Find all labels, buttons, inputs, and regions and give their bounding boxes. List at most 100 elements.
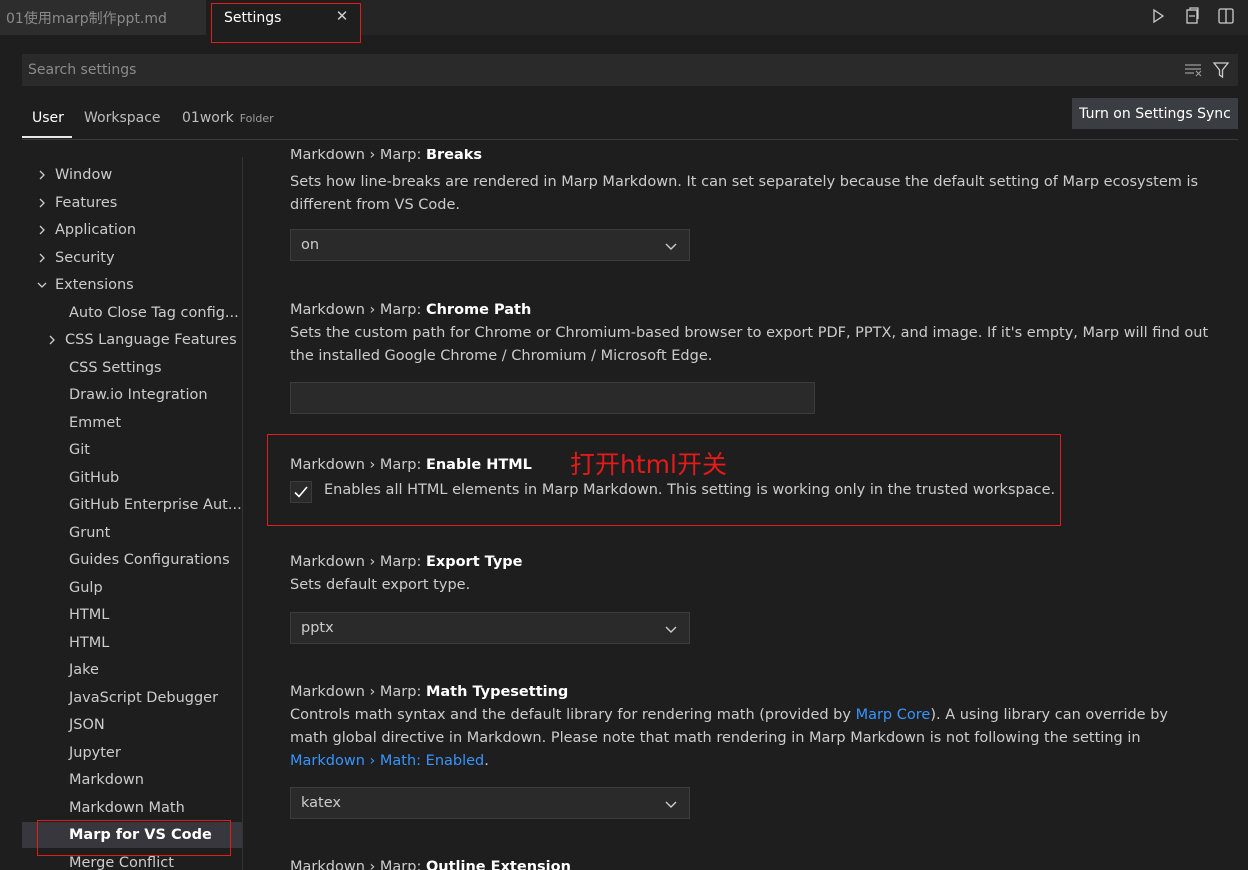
setting-title: Markdown › Marp: Chrome Path (290, 302, 1210, 318)
toc-item-label: Auto Close Tag config... (69, 305, 239, 321)
setting-prefix: Markdown › Marp: (290, 684, 426, 700)
toc-item[interactable]: Auto Close Tag config... (22, 300, 242, 326)
toc-item-label: JSON (69, 717, 105, 733)
toc-item[interactable]: Jake (22, 657, 242, 683)
toc-item[interactable]: Security (22, 245, 242, 271)
desc-part: Controls math syntax and the default lib… (290, 707, 856, 723)
toc-item[interactable]: Markdown Math (22, 795, 242, 821)
toc-item-label: Grunt (69, 525, 111, 541)
chevron-down-icon (665, 243, 677, 250)
toc-item[interactable]: GitHub (22, 465, 242, 491)
editor-tab-bar: 01使用marp制作ppt.md Settings ✕ (0, 0, 1248, 35)
annotation-text: 打开html开关 (570, 450, 727, 479)
toc-item[interactable]: Draw.io Integration (22, 382, 242, 408)
search-input[interactable] (22, 54, 1182, 86)
setting-description: Sets the custom path for Chrome or Chrom… (290, 325, 1209, 364)
chrome-path-input[interactable] (290, 382, 815, 414)
chevron-right-icon[interactable] (34, 169, 50, 181)
toc-item-label: Extensions (55, 277, 134, 293)
toc-item-label: Gulp (69, 580, 103, 596)
tab-markdown-file[interactable]: 01使用marp制作ppt.md (0, 0, 206, 35)
toc-item[interactable]: Markdown (22, 767, 242, 793)
toc-item[interactable]: GitHub Enterprise Aut... (22, 492, 242, 518)
math-select[interactable]: katex (290, 787, 690, 819)
setting-description: Controls math syntax and the default lib… (290, 704, 1210, 773)
toc-item-label: Merge Conflict (69, 855, 174, 870)
toc-item-label: Security (55, 250, 115, 266)
open-preview-icon[interactable] (1180, 4, 1204, 28)
chevron-right-icon[interactable] (44, 334, 60, 346)
toc-item-label: Jupyter (69, 745, 121, 761)
toc-item[interactable]: Window (22, 162, 242, 188)
split-editor-icon[interactable] (1214, 4, 1238, 28)
setting-name: Breaks (425, 149, 483, 163)
math-select-value: katex (301, 795, 341, 811)
chevron-down-icon[interactable] (34, 279, 50, 291)
link-markdown-math-enabled[interactable]: Markdown › Math: Enabled (290, 753, 484, 769)
toc-item[interactable]: HTML (22, 602, 242, 628)
link-marp-core[interactable]: Marp Core (856, 707, 931, 723)
toc-item[interactable]: CSS Settings (22, 355, 242, 381)
toc-item-label: Application (55, 222, 137, 238)
export-type-select[interactable]: pptx (290, 612, 690, 644)
tab-folder[interactable]: 01work Folder (182, 110, 274, 126)
setting-description: Sets how line-breaks are rendered in Mar… (290, 174, 1199, 213)
toc-item[interactable]: Guides Configurations (22, 547, 242, 573)
toc-item-label: HTML (69, 635, 110, 651)
toc-item-label: Jake (69, 662, 99, 678)
toc-item-label: Git (69, 442, 90, 458)
chevron-right-icon[interactable] (34, 197, 50, 209)
chevron-right-icon[interactable] (34, 224, 50, 236)
toc-item[interactable]: Application (22, 217, 242, 243)
filter-icon[interactable] (1210, 59, 1232, 81)
setting-chrome-path: Markdown › Marp: Chrome Path Sets the cu… (290, 302, 1210, 368)
toc-item[interactable]: CSS Language Features (22, 327, 242, 353)
breaks-select[interactable]: on (290, 229, 690, 261)
tab-markdown-file-label: 01使用marp制作ppt.md (6, 10, 167, 27)
tab-workspace[interactable]: Workspace (84, 110, 161, 126)
toc-item-label: Markdown (69, 772, 144, 788)
toc-item[interactable]: Grunt (22, 520, 242, 546)
toc-item[interactable]: JavaScript Debugger (22, 685, 242, 711)
toc-item-label: Draw.io Integration (69, 387, 208, 403)
toc-item-label: HTML (69, 607, 110, 623)
toc-item[interactable]: Features (22, 190, 242, 216)
breaks-select-value: on (301, 237, 320, 253)
toc-item[interactable]: Git (22, 437, 242, 463)
setting-name: Chrome Path (425, 302, 532, 318)
setting-prefix: Markdown › Marp: (290, 302, 426, 318)
setting-title: Markdown › Marp: Math Typesetting (290, 684, 1210, 700)
clear-filter-icon[interactable] (1182, 59, 1204, 81)
play-icon[interactable] (1146, 4, 1170, 28)
toc-item-label: Markdown Math (69, 800, 185, 816)
toc-divider (242, 157, 243, 870)
chevron-right-icon[interactable] (34, 252, 50, 264)
setting-prefix: Markdown › Marp: (290, 554, 426, 570)
setting-title: Markdown › Marp: Outline Extension (290, 859, 1210, 870)
toc-item[interactable]: Gulp (22, 575, 242, 601)
toc-item[interactable]: Emmet (22, 410, 242, 436)
setting-name: Math Typesetting (425, 684, 569, 700)
toc-item-label: CSS Language Features (65, 332, 237, 348)
setting-title: Markdown › Marp: Breaks (290, 149, 1210, 165)
setting-name: Outline Extension (425, 859, 571, 870)
toc-item[interactable]: HTML (22, 630, 242, 656)
toc-item-label: GitHub (69, 470, 120, 486)
toc-item[interactable]: Jupyter (22, 740, 242, 766)
settings-sync-button[interactable]: Turn on Settings Sync (1072, 98, 1238, 129)
setting-math-typesetting: Markdown › Marp: Math Typesetting Contro… (290, 684, 1210, 773)
setting-export-type: Markdown › Marp: Export Type Sets defaul… (290, 554, 1210, 597)
setting-outline-extension: Markdown › Marp: Outline Extension (290, 859, 1210, 870)
toc-item-label: GitHub Enterprise Aut... (69, 497, 242, 513)
toc-item[interactable]: Extensions (22, 272, 242, 298)
toc-item-label: JavaScript Debugger (69, 690, 219, 706)
chevron-down-icon (665, 626, 677, 633)
toc-item-label: CSS Settings (69, 360, 162, 376)
active-scope-indicator (22, 136, 72, 138)
toc-item-label: Window (55, 167, 113, 183)
toc-item-label: Features (55, 195, 118, 211)
setting-prefix: Markdown › Marp: (290, 149, 426, 163)
toc-item[interactable]: JSON (22, 712, 242, 738)
tab-user[interactable]: User (32, 110, 64, 126)
highlight-marp-toc (37, 820, 231, 856)
